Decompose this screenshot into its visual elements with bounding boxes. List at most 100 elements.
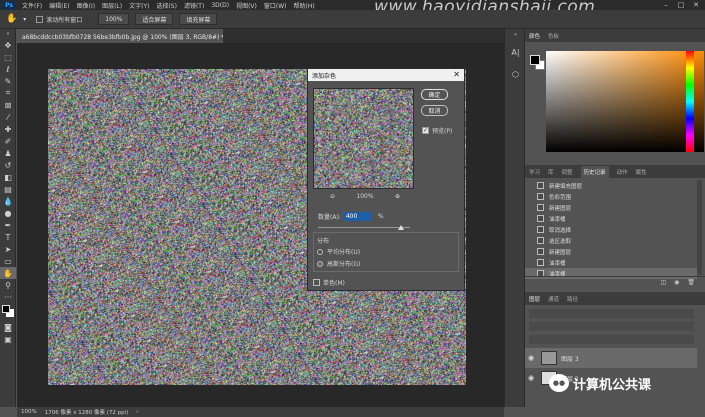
document-tab[interactable]: a68bcddccb03bfb0728 56be3bfb0b.jpg @ 100…	[17, 29, 223, 43]
rectangle-tool-icon[interactable]: ▭	[0, 255, 16, 267]
tab-properties[interactable]: 属性	[636, 168, 647, 176]
tab-channels[interactable]: 通道	[548, 295, 559, 303]
tab-layers[interactable]: 图层	[529, 295, 540, 303]
stamp-tool-icon[interactable]: ♟	[0, 147, 16, 159]
more-tools-icon[interactable]: ···	[0, 291, 16, 303]
tab-swatches[interactable]: 色板	[548, 32, 559, 40]
color-picker-field[interactable]	[546, 51, 704, 152]
brush-tool-icon[interactable]: ✐	[0, 135, 16, 147]
amount-input[interactable]: 400	[343, 212, 371, 221]
character-panel-icon[interactable]: A|	[505, 41, 526, 63]
eye-icon[interactable]: ◉	[525, 354, 537, 362]
history-item[interactable]: 油漆桶	[525, 213, 697, 224]
camera-icon[interactable]: ◉	[674, 279, 679, 286]
color-swatches[interactable]	[0, 303, 16, 321]
menu-file[interactable]: 文件(F)	[22, 1, 42, 10]
zoom-in-icon[interactable]: ⊕	[395, 193, 400, 200]
menu-type[interactable]: 文字(Y)	[129, 1, 149, 10]
move-tool-icon[interactable]: ✥	[0, 39, 16, 51]
menu-select[interactable]: 选择(S)	[156, 1, 177, 10]
menu-layer[interactable]: 图层(L)	[102, 1, 122, 10]
path-select-icon[interactable]: ➤	[0, 243, 16, 255]
quick-select-tool-icon[interactable]: ✎	[0, 75, 16, 87]
ok-button[interactable]: 确定	[421, 89, 448, 100]
tab-actions[interactable]: 动作	[617, 168, 628, 176]
monochromatic-checkbox[interactable]	[313, 279, 320, 286]
gaussian-option[interactable]: 高斯分布(G)	[317, 259, 360, 268]
history-item[interactable]: 油漆桶	[525, 257, 697, 268]
gradient-tool-icon[interactable]: ▤	[0, 183, 16, 195]
dodge-tool-icon[interactable]: ●	[0, 207, 16, 219]
dropdown-icon[interactable]: ▾	[23, 16, 26, 23]
eye-icon[interactable]: ◉	[525, 374, 537, 382]
lasso-tool-icon[interactable]: ℓ	[0, 63, 16, 75]
foreground-color-swatch[interactable]	[530, 55, 540, 65]
scroll-all-option[interactable]: 滚动所有窗口	[36, 15, 82, 24]
history-item[interactable]: 选区选取	[525, 235, 697, 246]
pen-tool-icon[interactable]: ✒	[0, 219, 16, 231]
scroll-all-checkbox[interactable]	[36, 15, 44, 23]
noise-preview[interactable]	[313, 88, 414, 189]
eraser-tool-icon[interactable]: ◧	[0, 171, 16, 183]
new-snapshot-icon[interactable]: ◫	[660, 279, 666, 286]
chevron-right-icon[interactable]: ›	[136, 409, 138, 415]
tab-libraries[interactable]: 库	[548, 168, 554, 176]
crop-tool-icon[interactable]: ⌗	[0, 87, 16, 99]
maximize-icon[interactable]: □	[674, 0, 688, 10]
marquee-tool-icon[interactable]: ⬚	[0, 51, 16, 63]
menu-window[interactable]: 窗口(W)	[264, 1, 287, 10]
monochromatic-option[interactable]: 单色(M)	[313, 278, 345, 287]
zoom-tool-icon[interactable]: ⚲	[0, 279, 16, 291]
tab-paths[interactable]: 路径	[567, 295, 578, 303]
hand-tool-icon[interactable]: ✋	[6, 14, 17, 24]
history-item[interactable]: 色彩范围	[525, 191, 697, 202]
blur-tool-icon[interactable]: 💧	[0, 195, 16, 207]
trash-icon[interactable]: 🗑	[687, 279, 695, 286]
cancel-button[interactable]: 取消	[421, 105, 448, 116]
preview-option[interactable]: ✓ 预览(P)	[422, 126, 452, 135]
amount-slider-thumb[interactable]	[398, 225, 404, 230]
history-item[interactable]: 新建图层	[525, 202, 697, 213]
zoom-field[interactable]: 100%	[98, 13, 130, 25]
foreground-swatch[interactable]	[2, 305, 10, 313]
minimize-icon[interactable]: –	[659, 0, 673, 10]
tab-history[interactable]: 历史记录	[580, 165, 609, 178]
tab-adjustments[interactable]: 调整	[562, 168, 573, 176]
menu-image[interactable]: 图像(I)	[77, 1, 95, 10]
quick-mask-icon[interactable]: ◙	[0, 321, 16, 333]
history-scrollbar[interactable]	[697, 180, 702, 275]
eyedropper-tool-icon[interactable]: ⁄	[0, 111, 16, 123]
hand-tool-icon[interactable]: ✋	[0, 267, 16, 279]
lock-row[interactable]	[529, 335, 694, 344]
menu-filter[interactable]: 滤镜(T)	[184, 1, 204, 10]
tab-color[interactable]: 颜色	[529, 32, 540, 40]
3d-panel-icon[interactable]: ⬡	[505, 63, 526, 85]
fill-screen-button[interactable]: 填充屏幕	[179, 13, 218, 25]
blend-mode-row[interactable]	[529, 322, 694, 331]
close-icon[interactable]: ✕	[453, 69, 460, 81]
tab-learn[interactable]: 学习	[529, 168, 540, 176]
hue-slider[interactable]	[686, 51, 694, 152]
zoom-out-icon[interactable]: ⊖	[330, 193, 335, 200]
layer-filter-row[interactable]	[529, 309, 694, 318]
frame-tool-icon[interactable]: ⊠	[0, 99, 16, 111]
preview-checkbox[interactable]: ✓	[422, 127, 429, 134]
fit-screen-button[interactable]: 适合屏幕	[135, 13, 174, 25]
screen-mode-icon[interactable]: ▣	[0, 333, 16, 345]
layer-row-3[interactable]: ◉ 图层 3	[525, 348, 697, 368]
history-item[interactable]: 新建填充图层	[525, 180, 697, 191]
history-item[interactable]: 新建图层	[525, 246, 697, 257]
amount-slider[interactable]	[318, 227, 410, 228]
collapse-icon[interactable]: «	[505, 29, 526, 41]
collapse-icon[interactable]: »	[0, 29, 16, 39]
uniform-radio[interactable]	[317, 248, 323, 255]
history-brush-icon[interactable]: ↺	[0, 159, 16, 171]
uniform-option[interactable]: 平均分布(U)	[317, 247, 360, 256]
healing-brush-icon[interactable]: ✚	[0, 123, 16, 135]
type-tool-icon[interactable]: T	[0, 231, 16, 243]
gaussian-radio[interactable]	[317, 260, 323, 267]
menu-help[interactable]: 帮助(H)	[294, 1, 315, 10]
menu-edit[interactable]: 编辑(E)	[49, 1, 69, 10]
menu-3d[interactable]: 3D(D)	[211, 2, 229, 9]
history-item[interactable]: 取消选择	[525, 224, 697, 235]
